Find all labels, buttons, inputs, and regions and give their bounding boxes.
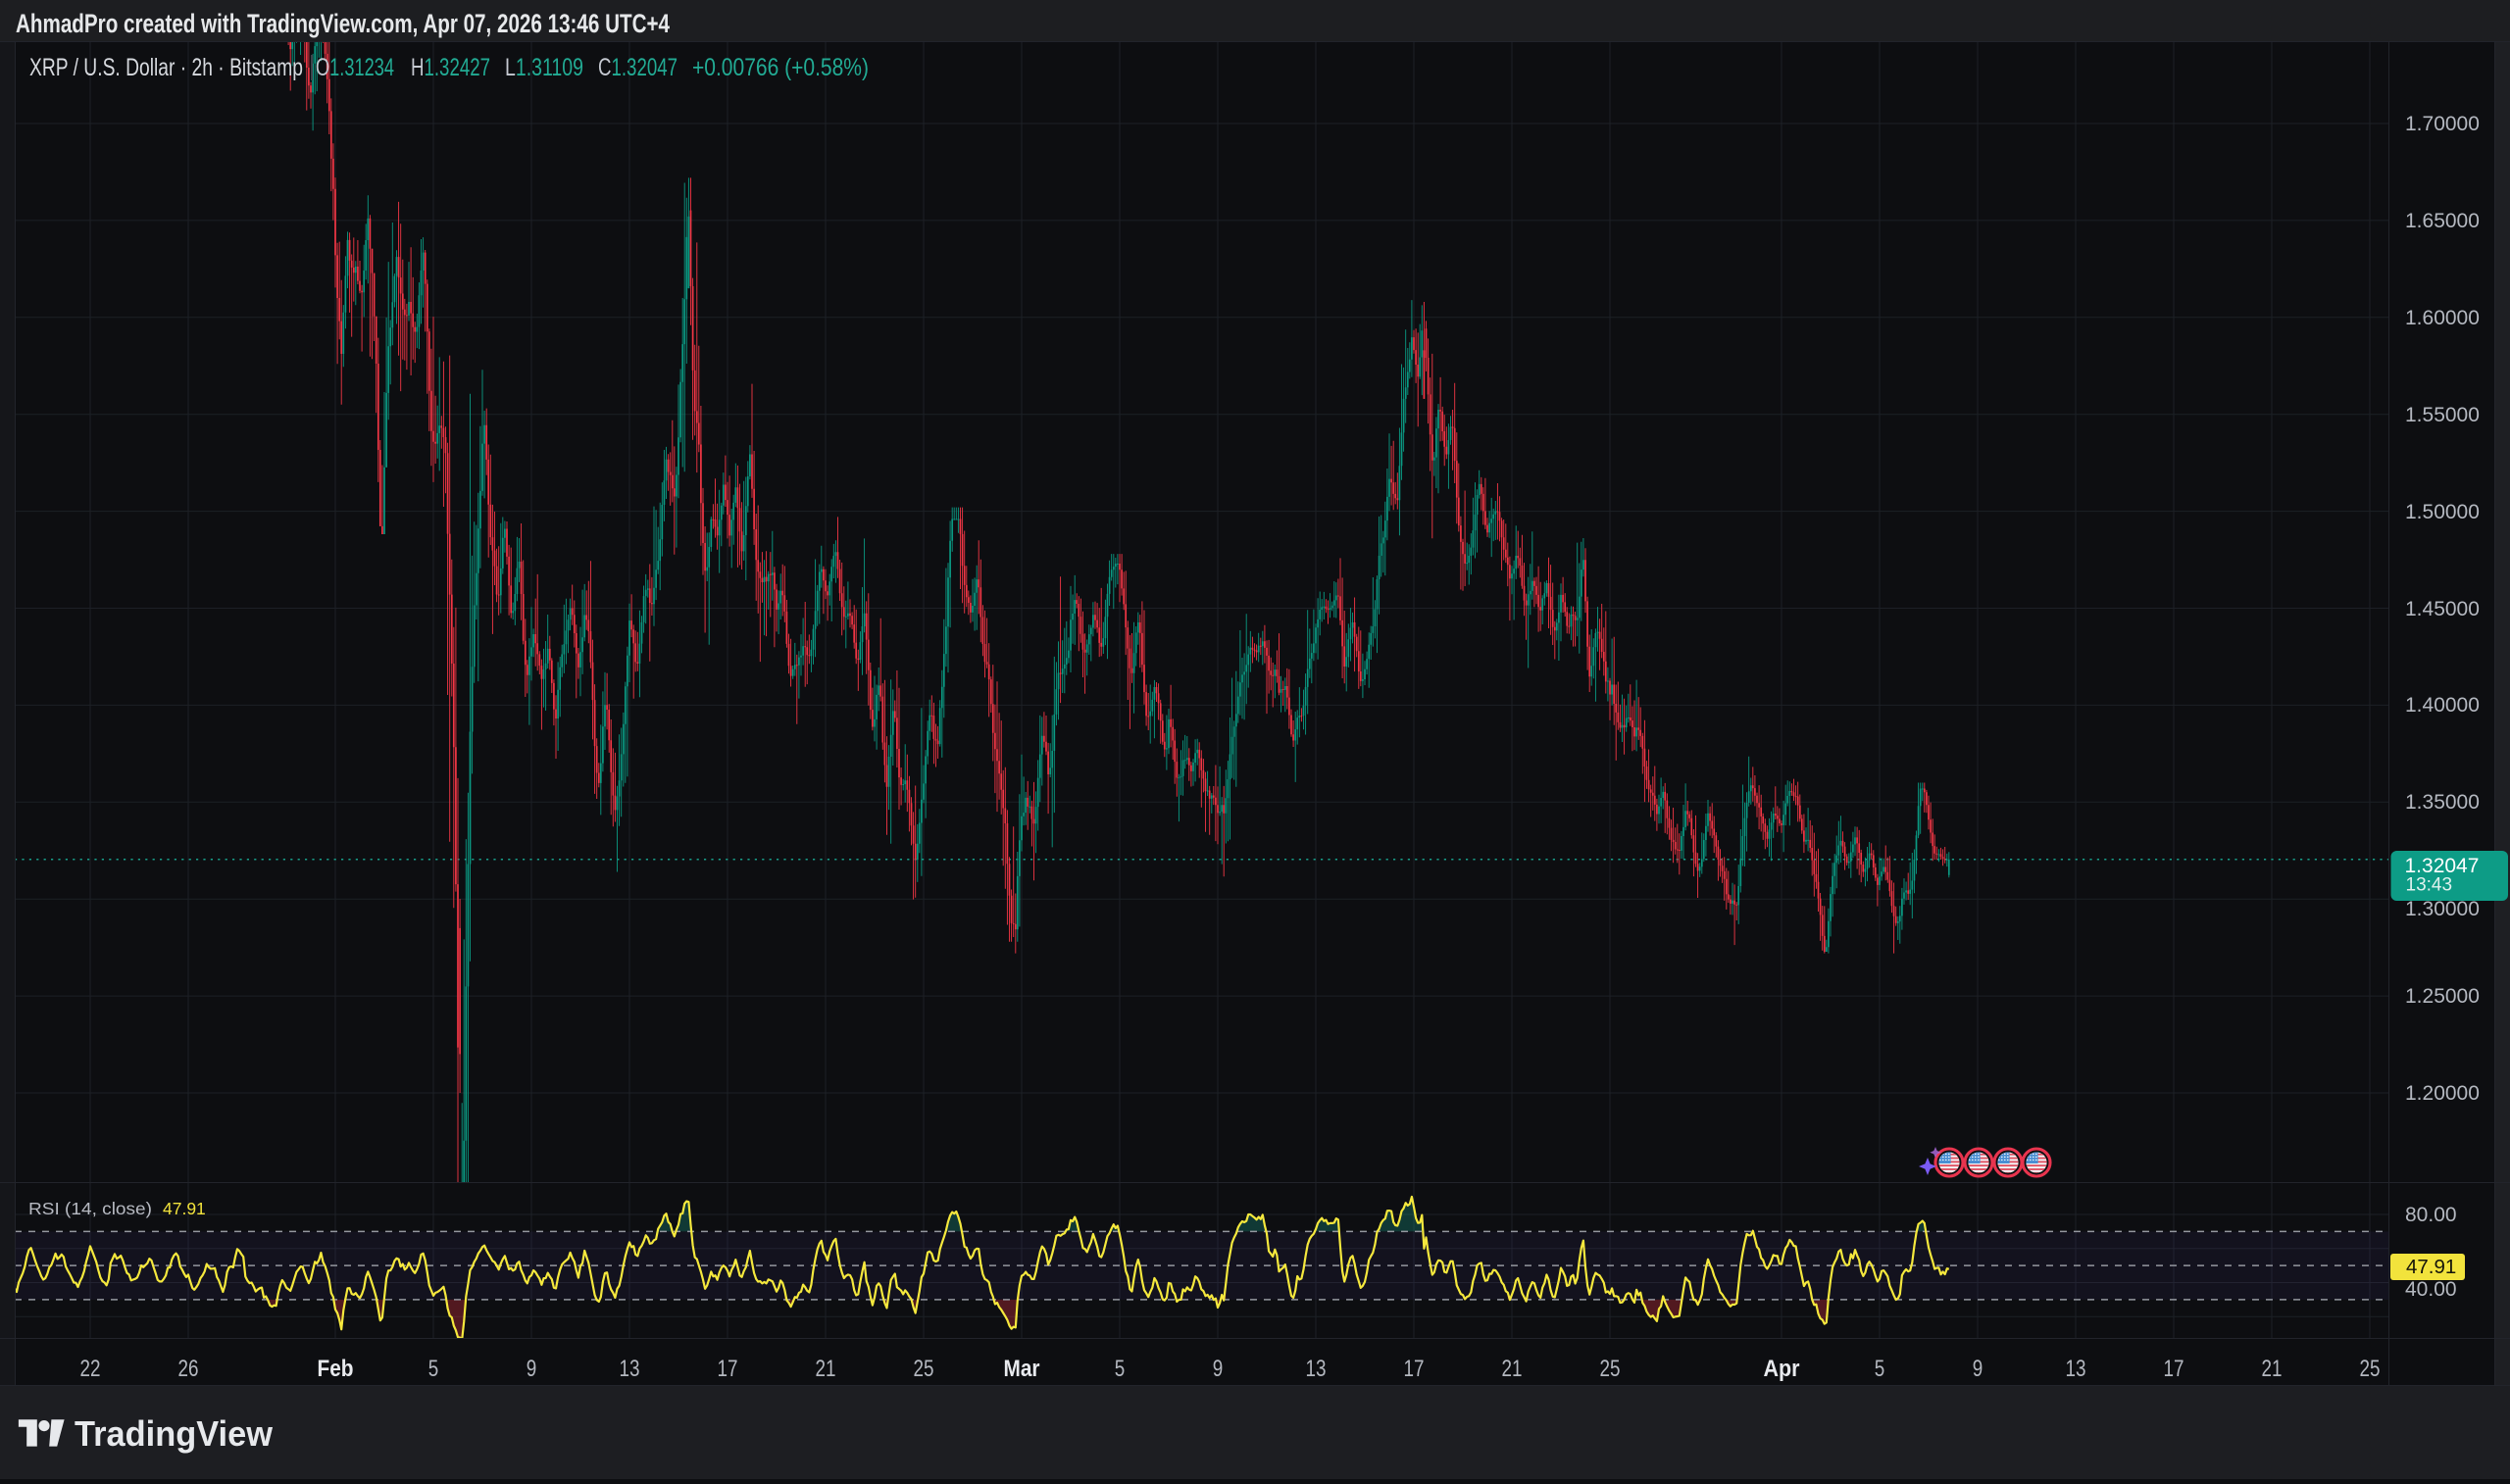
svg-text:L1.31109: L1.31109 <box>505 54 583 81</box>
svg-text:O1.31234: O1.31234 <box>316 54 394 81</box>
svg-text:47.91: 47.91 <box>2406 1256 2456 1278</box>
svg-text:17: 17 <box>718 1356 738 1382</box>
svg-text:9: 9 <box>1213 1356 1224 1382</box>
svg-text:26: 26 <box>178 1356 199 1382</box>
svg-text:21: 21 <box>816 1356 836 1382</box>
svg-text:1.45000: 1.45000 <box>2405 598 2480 620</box>
svg-text:22: 22 <box>80 1356 101 1382</box>
svg-text:AhmadPro created with TradingV: AhmadPro created with TradingView.com, A… <box>16 9 670 38</box>
svg-text:1.50000: 1.50000 <box>2405 501 2480 523</box>
svg-text:21: 21 <box>1502 1356 1523 1382</box>
svg-text:RSI (14, close): RSI (14, close) <box>28 1199 152 1218</box>
svg-text:1.65000: 1.65000 <box>2405 210 2480 232</box>
svg-text:21: 21 <box>2262 1356 2283 1382</box>
svg-text:C1.32047: C1.32047 <box>598 54 678 81</box>
svg-text:13: 13 <box>620 1356 640 1382</box>
svg-text:1.55000: 1.55000 <box>2405 404 2480 426</box>
svg-text:1.30000: 1.30000 <box>2405 898 2480 920</box>
svg-text:Feb: Feb <box>318 1356 354 1382</box>
svg-text:47.91: 47.91 <box>163 1199 206 1218</box>
svg-text:9: 9 <box>527 1356 537 1382</box>
svg-text:13: 13 <box>2066 1356 2086 1382</box>
svg-text:Mar: Mar <box>1004 1356 1040 1382</box>
svg-text:XRP / U.S. Dollar · 2h · Bitst: XRP / U.S. Dollar · 2h · Bitstamp <box>29 54 303 81</box>
svg-text:13:43: 13:43 <box>2406 875 2453 896</box>
svg-text:H1.32427: H1.32427 <box>411 54 490 81</box>
svg-text:1.20000: 1.20000 <box>2405 1082 2480 1105</box>
svg-text:13: 13 <box>1306 1356 1327 1382</box>
svg-text:5: 5 <box>1875 1356 1885 1382</box>
svg-text:25: 25 <box>914 1356 934 1382</box>
svg-text:9: 9 <box>1973 1356 1983 1382</box>
svg-text:TradingView: TradingView <box>75 1413 274 1454</box>
svg-text:17: 17 <box>1404 1356 1425 1382</box>
svg-text:+0.00766 (+0.58%): +0.00766 (+0.58%) <box>692 54 869 81</box>
svg-text:25: 25 <box>2360 1356 2381 1382</box>
svg-text:1.40000: 1.40000 <box>2405 694 2480 717</box>
svg-text:1.60000: 1.60000 <box>2405 307 2480 329</box>
svg-text:80.00: 80.00 <box>2405 1204 2457 1226</box>
svg-text:1.25000: 1.25000 <box>2405 985 2480 1008</box>
svg-text:5: 5 <box>1115 1356 1126 1382</box>
svg-text:5: 5 <box>428 1356 439 1382</box>
svg-text:1.70000: 1.70000 <box>2405 113 2480 135</box>
svg-text:40.00: 40.00 <box>2405 1278 2457 1301</box>
svg-text:1.35000: 1.35000 <box>2405 791 2480 814</box>
svg-text:Apr: Apr <box>1764 1356 1800 1382</box>
svg-text:17: 17 <box>2164 1356 2184 1382</box>
svg-text:25: 25 <box>1600 1356 1621 1382</box>
